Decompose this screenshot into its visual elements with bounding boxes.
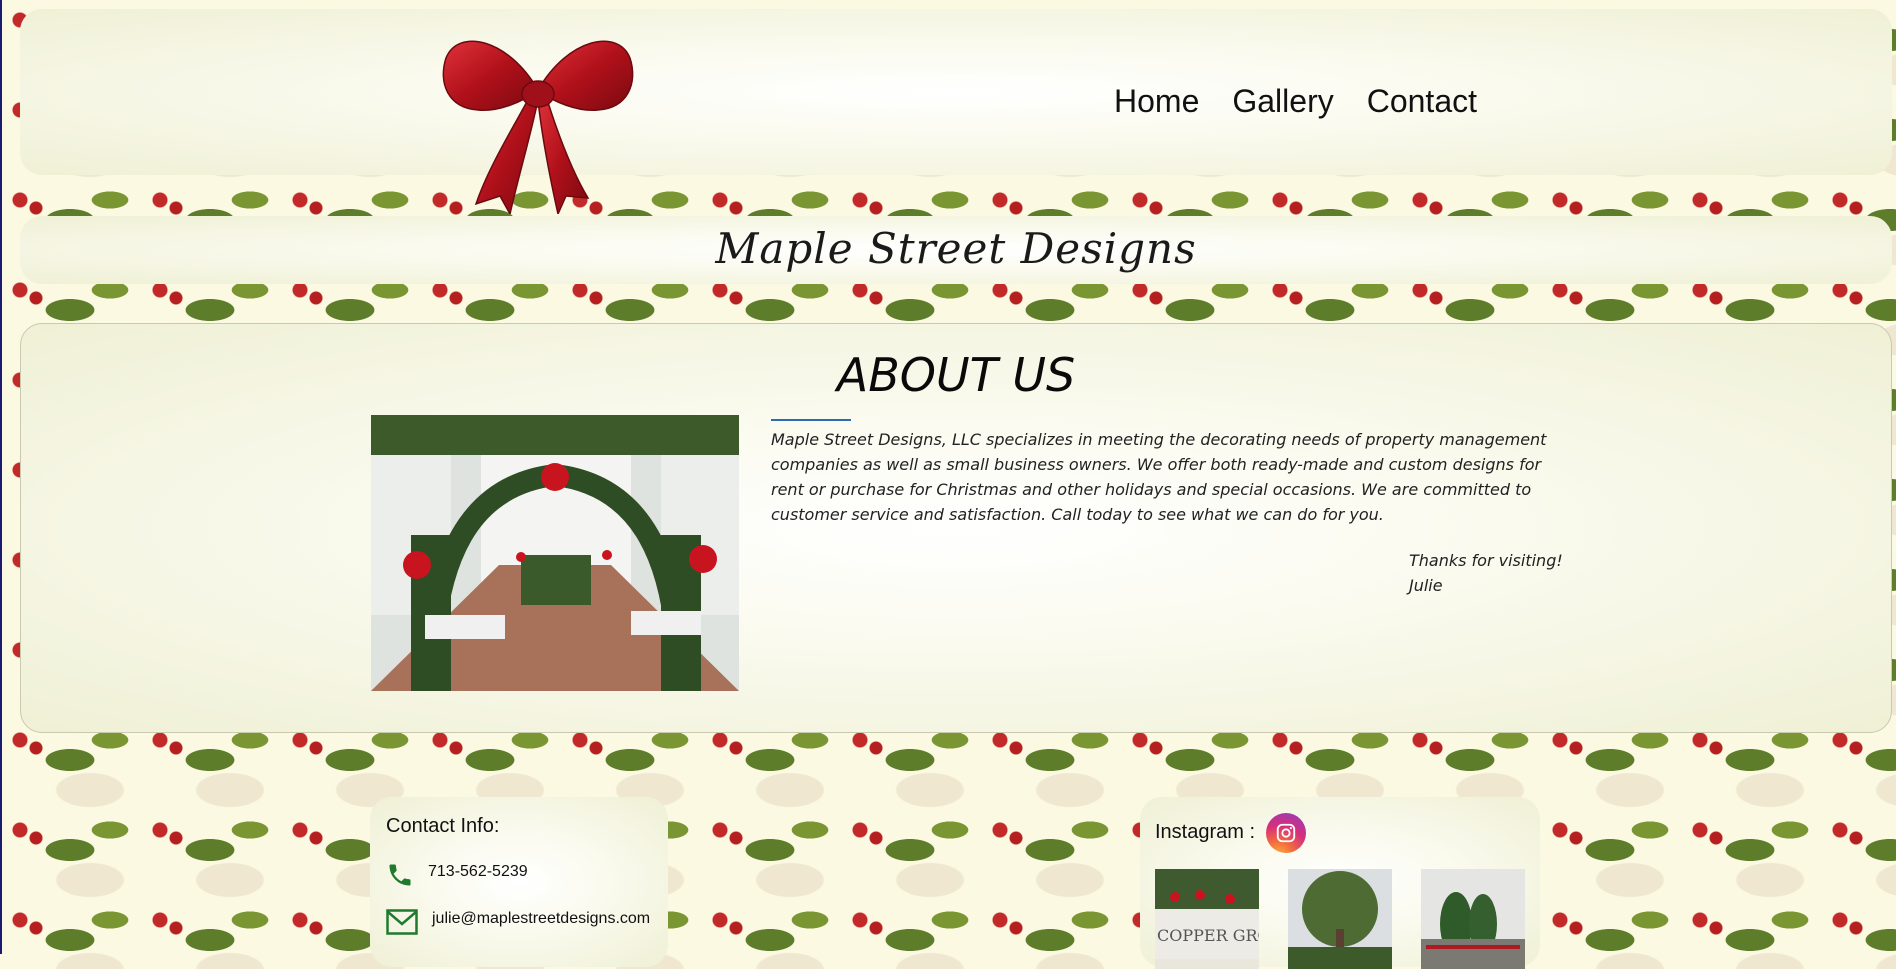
nav-gallery-link[interactable]: Gallery — [1232, 83, 1333, 120]
instagram-thumb-3[interactable] — [1421, 869, 1525, 969]
phone-icon — [389, 864, 411, 886]
email-address[interactable]: julie@maplestreetdesigns.com — [432, 910, 650, 928]
contact-info-card: Contact Info: 713-562-5239 julie@maplest… — [370, 797, 668, 967]
instagram-icon[interactable] — [1266, 813, 1306, 853]
thumb-sign-text: COPPER GROV — [1157, 926, 1259, 945]
courtyard-photo — [371, 415, 739, 691]
about-heading: ABOUT US — [836, 348, 1076, 402]
site-title-bar: Maple Street Designs — [20, 216, 1892, 284]
about-description: Maple Street Designs, LLC specializes in… — [771, 430, 1547, 524]
email-row[interactable]: julie@maplestreetdesigns.com — [386, 903, 650, 935]
signoff-name: Julie — [1409, 576, 1443, 595]
instagram-thumb-2[interactable] — [1288, 869, 1392, 969]
signoff: Thanks for visiting! Julie — [1409, 548, 1563, 598]
instagram-thumb-1[interactable]: COPPER GROV — [1155, 869, 1259, 969]
signoff-thanks: Thanks for visiting! — [1409, 551, 1563, 570]
instagram-label: Instagram : — [1155, 821, 1256, 843]
heading-underline — [771, 419, 851, 421]
red-bow-logo — [442, 40, 634, 214]
main-nav: Home Gallery Contact — [1114, 83, 1477, 120]
nav-contact-link[interactable]: Contact — [1367, 83, 1477, 120]
about-section: ABOUT US Maple Street Designs, LLC speci… — [20, 323, 1892, 733]
contact-title: Contact Info: — [386, 815, 500, 837]
instagram-card: Instagram : COPPER GROV — [1140, 797, 1540, 969]
site-title: Maple Street Designs — [715, 224, 1197, 273]
envelope-icon — [386, 909, 418, 935]
nav-home-link[interactable]: Home — [1114, 83, 1199, 120]
phone-number[interactable]: 713-562-5239 — [428, 863, 528, 881]
phone-row[interactable]: 713-562-5239 — [386, 855, 528, 889]
site-header: Home Gallery Contact — [20, 9, 1892, 175]
